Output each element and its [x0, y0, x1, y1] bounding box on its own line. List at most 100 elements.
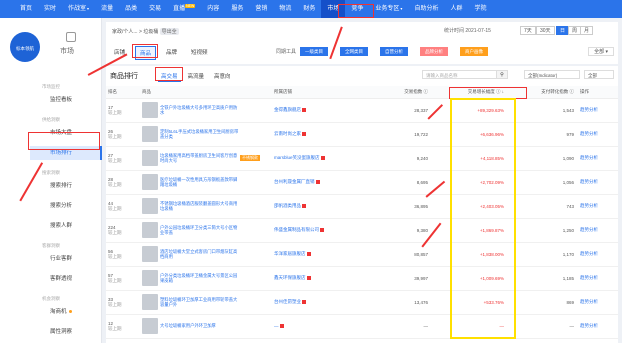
column-header[interactable]: 交易指数 ⓘ	[368, 86, 432, 99]
nav-item[interactable]: 人群	[444, 0, 468, 18]
column-header[interactable]: 操作	[578, 86, 618, 99]
product-thumbnail[interactable]	[142, 150, 158, 166]
search-input[interactable]: 请输入商品名称	[422, 70, 498, 79]
terminal-button[interactable]: 品牌分析	[420, 47, 448, 56]
nav-item[interactable]: 财务	[297, 0, 321, 18]
trend-analysis-link[interactable]: 趋势分析	[578, 170, 618, 195]
product-name[interactable]: 医疗垃圾桶一次性用具方形钢板盖款带脚踏垃圾桶	[160, 177, 240, 187]
product-name[interactable]: 不锈钢垃圾桶酒店服装翻盖圆形大号商用垃圾桶	[160, 201, 240, 211]
shop-name[interactable]: 金得鑫旗舰店	[274, 107, 301, 112]
table-row[interactable]: 33 较上期 塑料垃圾桶环卫加厚工业商用带轮带盖大容量户外 台州佳昂塑业 13,476 +…	[106, 290, 618, 315]
nav-item[interactable]: 自助分析	[408, 0, 444, 18]
sidebar-item[interactable]: 搜索分析	[30, 199, 102, 213]
trend-analysis-link[interactable]: 趋势分析	[578, 122, 618, 147]
product-name[interactable]: 户外分类垃圾桶环卫桶金属大号景区公园果皮箱	[160, 273, 240, 283]
shop-name[interactable]: 邵帆酒类用品	[274, 203, 301, 208]
scope-select[interactable]: 全部	[584, 70, 614, 79]
shop-name[interactable]: 台州佳昂塑业	[274, 299, 301, 304]
product-thumbnail[interactable]	[142, 102, 158, 118]
filter-tab[interactable]: 短视频	[187, 46, 212, 60]
nav-item[interactable]: 业务专区▾	[369, 0, 408, 18]
terminal-button[interactable]: 商户画像	[460, 47, 488, 56]
nav-item[interactable]: 营销	[249, 0, 273, 18]
terminal-button[interactable]: 全网类目	[340, 47, 368, 56]
period-button[interactable]: 月	[580, 26, 594, 35]
product-thumbnail[interactable]	[142, 318, 158, 334]
nav-item[interactable]: 品类	[119, 0, 143, 18]
nav-item[interactable]: 服务	[225, 0, 249, 18]
product-thumbnail[interactable]	[142, 270, 158, 286]
nav-item[interactable]: 作战室▾	[62, 0, 95, 18]
breadcrumb[interactable]: 家政/个人... > 垃圾桶 导出全	[112, 28, 179, 35]
product-name[interactable]: 全铁户外垃圾桶大号多用环卫高质户用防水	[160, 105, 240, 115]
table-row[interactable]: 12 较上期 大号垃圾桶家用户外环卫加厚 — — — — 趋势分析	[106, 314, 618, 339]
terminal-button[interactable]: 一级类目	[300, 47, 328, 56]
ranking-subtab[interactable]: 高流量	[185, 71, 208, 82]
range-button[interactable]: 30天	[536, 26, 555, 35]
shop-name[interactable]: 云南时尚之家	[274, 131, 301, 136]
table-row[interactable]: 57 较上期 户外分类垃圾桶环卫桶金属大号景区公园果皮箱 鑫天环保旗舰店 39,997 +…	[106, 266, 618, 291]
table-row[interactable]: 26 较上期 定制5L6L手压式垃圾桶家用卫生间厨房带盖分类 云南时尚之家 19,722…	[106, 122, 618, 147]
shop-badge-icon	[279, 324, 284, 329]
product-thumbnail[interactable]	[142, 246, 158, 262]
trend-analysis-link[interactable]: 趋势分析	[578, 146, 618, 171]
column-header: 商品	[140, 86, 272, 99]
conversion-index: 1,170	[508, 242, 578, 267]
trend-analysis-link[interactable]: 趋势分析	[578, 218, 618, 243]
product-thumbnail[interactable]	[142, 126, 158, 142]
nav-item[interactable]: 首页	[14, 0, 38, 18]
product-name[interactable]: 塑料垃圾桶环卫加厚工业商用带轮带盖大容量户外	[160, 297, 240, 307]
table-row[interactable]: 27 较上期 垃圾桶家用高档带盖厨房卫生间客厅创意时尚大号不锈钢款 marsblue笑…	[106, 146, 618, 171]
product-name[interactable]: 定制5L6L手压式垃圾桶家用卫生间厨房带盖分类	[160, 129, 240, 139]
date-label: 统计时间 2021-07-15	[444, 28, 491, 34]
product-thumbnail[interactable]	[142, 174, 158, 190]
nav-item[interactable]: 物流	[273, 0, 297, 18]
trend-analysis-link[interactable]: 趋势分析	[578, 242, 618, 267]
trend-analysis-link[interactable]: 趋势分析	[578, 290, 618, 315]
product-name[interactable]: 户外公园垃圾桶环卫分类三筒大号小区物业带盖	[160, 225, 240, 235]
nav-item[interactable]: 内容	[201, 0, 225, 18]
shop-name[interactable]: marsblue笑没蛋旗舰店	[274, 155, 320, 160]
trend-analysis-link[interactable]: 趋势分析	[578, 266, 618, 291]
sidebar-item[interactable]: 客群透视	[30, 272, 102, 286]
table-row[interactable]: 224 较上期 户外公园垃圾桶环卫分类三筒大号小区物业带盖 伟盛金属制品有限公司 9,3…	[106, 218, 618, 243]
shop-name[interactable]: 台州利晟金属厂直销	[274, 179, 315, 184]
product-thumbnail[interactable]	[142, 294, 158, 310]
product-thumbnail[interactable]	[142, 198, 158, 214]
table-row[interactable]: 17 较上期 全铁户外垃圾桶大号多用环卫高质户用防水 金得鑫旗舰店 28,337 +89,…	[106, 98, 618, 123]
search-icon[interactable]: ⚲	[496, 70, 508, 79]
sidebar-item[interactable]: 搜索排行	[30, 179, 102, 193]
trend-analysis-link[interactable]: 趋势分析	[578, 314, 618, 339]
sidebar-item[interactable]: 监控看板	[30, 93, 102, 107]
product-thumbnail[interactable]	[142, 222, 158, 238]
breadcrumb-pill[interactable]: 导出全	[159, 28, 179, 35]
table-row[interactable]: 28 较上期 医疗垃圾桶一次性用具方形钢板盖款带脚踏垃圾桶 台州利晟金属厂直销 8,69…	[106, 170, 618, 195]
ranking-subtab[interactable]: 高意向	[211, 71, 234, 82]
section-title: 商品排行	[110, 73, 138, 80]
shop-name[interactable]: —	[274, 324, 279, 329]
terminal-button[interactable]: 自营分析	[380, 47, 408, 56]
trend-analysis-link[interactable]: 趋势分析	[578, 194, 618, 219]
trend-analysis-link[interactable]: 趋势分析	[578, 98, 618, 123]
nav-item[interactable]: 实时	[38, 0, 62, 18]
nav-item[interactable]: 流量	[95, 0, 119, 18]
product-name[interactable]: 大号垃圾桶家用户外环卫加厚	[160, 323, 240, 328]
sidebar-item[interactable]: 行业客群	[30, 252, 102, 266]
product-name[interactable]: 垃圾桶家用高档带盖厨房卫生间客厅创意时尚大号	[160, 153, 240, 163]
table-row[interactable]: 56 较上期 酒店垃圾桶大堂立式客房门口带烟灰缸高档商用 华洋家居旗舰店 80,857 +…	[106, 242, 618, 267]
sidebar-item[interactable]: 搜索人群	[30, 219, 102, 233]
nav-item[interactable]: 学院	[468, 0, 492, 18]
nav-item[interactable]: 直播NEW	[167, 0, 201, 18]
product-name[interactable]: 酒店垃圾桶大堂立式客房门口带烟灰缸高档商用	[160, 249, 240, 259]
range-button[interactable]: 7天	[520, 26, 536, 35]
sidebar-item[interactable]: 属性洞察	[30, 325, 102, 339]
shop-name[interactable]: 鑫天环保旗舰店	[274, 275, 306, 280]
shop-name[interactable]: 华洋家居旗舰店	[274, 251, 306, 256]
shop-name[interactable]: 伟盛金属制品有限公司	[274, 227, 319, 232]
nav-item[interactable]: 交易	[143, 0, 167, 18]
sidebar-item[interactable]: 淘商机	[30, 305, 102, 319]
indicator-select[interactable]: 全部(Indicator)	[524, 70, 580, 79]
filter-tab[interactable]: 品牌	[162, 46, 181, 60]
table-row[interactable]: 44 较上期 不锈钢垃圾桶酒店服装翻盖圆形大号商用垃圾桶 邵帆酒类用品 36,895 +2…	[106, 194, 618, 219]
all-select[interactable]: 全部 ▾	[588, 47, 614, 56]
